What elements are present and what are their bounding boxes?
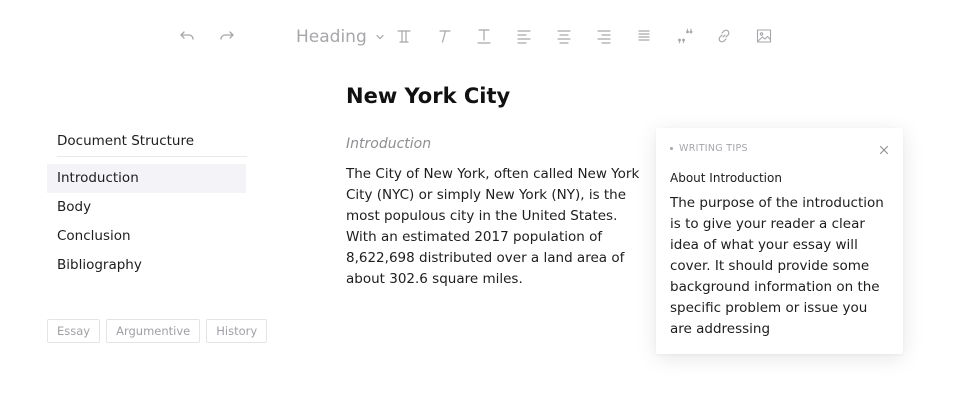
heading-select-label: Heading xyxy=(296,27,367,47)
tag-list: Essay Argumentive History xyxy=(47,319,268,343)
italic-icon[interactable] xyxy=(433,25,455,47)
bullet-icon xyxy=(670,147,673,150)
heading-select[interactable]: Heading xyxy=(296,26,385,48)
document-body[interactable]: The City of New York, often called New Y… xyxy=(346,164,642,290)
tips-text: The purpose of the introduction is to gi… xyxy=(670,195,884,337)
align-right-icon[interactable] xyxy=(593,25,615,47)
outline-item-bibliography[interactable]: Bibliography xyxy=(47,251,246,280)
outline-item-introduction[interactable]: Introduction xyxy=(47,164,246,193)
align-justify-icon[interactable] xyxy=(633,25,655,47)
tag-history[interactable]: History xyxy=(206,319,268,343)
chevron-down-icon xyxy=(376,34,384,40)
link-icon[interactable] xyxy=(713,25,735,47)
underline-icon[interactable] xyxy=(473,25,495,47)
close-icon[interactable] xyxy=(877,142,891,156)
undo-icon[interactable] xyxy=(176,25,198,47)
section-label: Introduction xyxy=(346,136,432,152)
tag-essay[interactable]: Essay xyxy=(47,319,101,343)
tips-header: WRITING TIPS xyxy=(670,143,748,154)
document-title[interactable]: New York City xyxy=(346,84,510,108)
document-outline: Introduction Body Conclusion Bibliograph… xyxy=(47,164,246,280)
quote-icon[interactable] xyxy=(673,25,695,47)
redo-icon[interactable] xyxy=(216,25,238,47)
writing-tips-card: WRITING TIPS About Introduction The purp… xyxy=(656,128,903,354)
tips-subtitle: About Introduction xyxy=(670,171,782,185)
tag-argumentive[interactable]: Argumentive xyxy=(106,319,201,343)
outline-item-body[interactable]: Body xyxy=(47,193,246,222)
sidebar-title: Document Structure xyxy=(57,133,247,157)
align-center-icon[interactable] xyxy=(553,25,575,47)
text-style-icon[interactable] xyxy=(393,25,415,47)
editor-toolbar: Heading xyxy=(0,20,960,52)
image-icon[interactable] xyxy=(753,25,775,47)
tips-header-label: WRITING TIPS xyxy=(679,143,748,154)
align-left-icon[interactable] xyxy=(513,25,535,47)
outline-item-conclusion[interactable]: Conclusion xyxy=(47,222,246,251)
